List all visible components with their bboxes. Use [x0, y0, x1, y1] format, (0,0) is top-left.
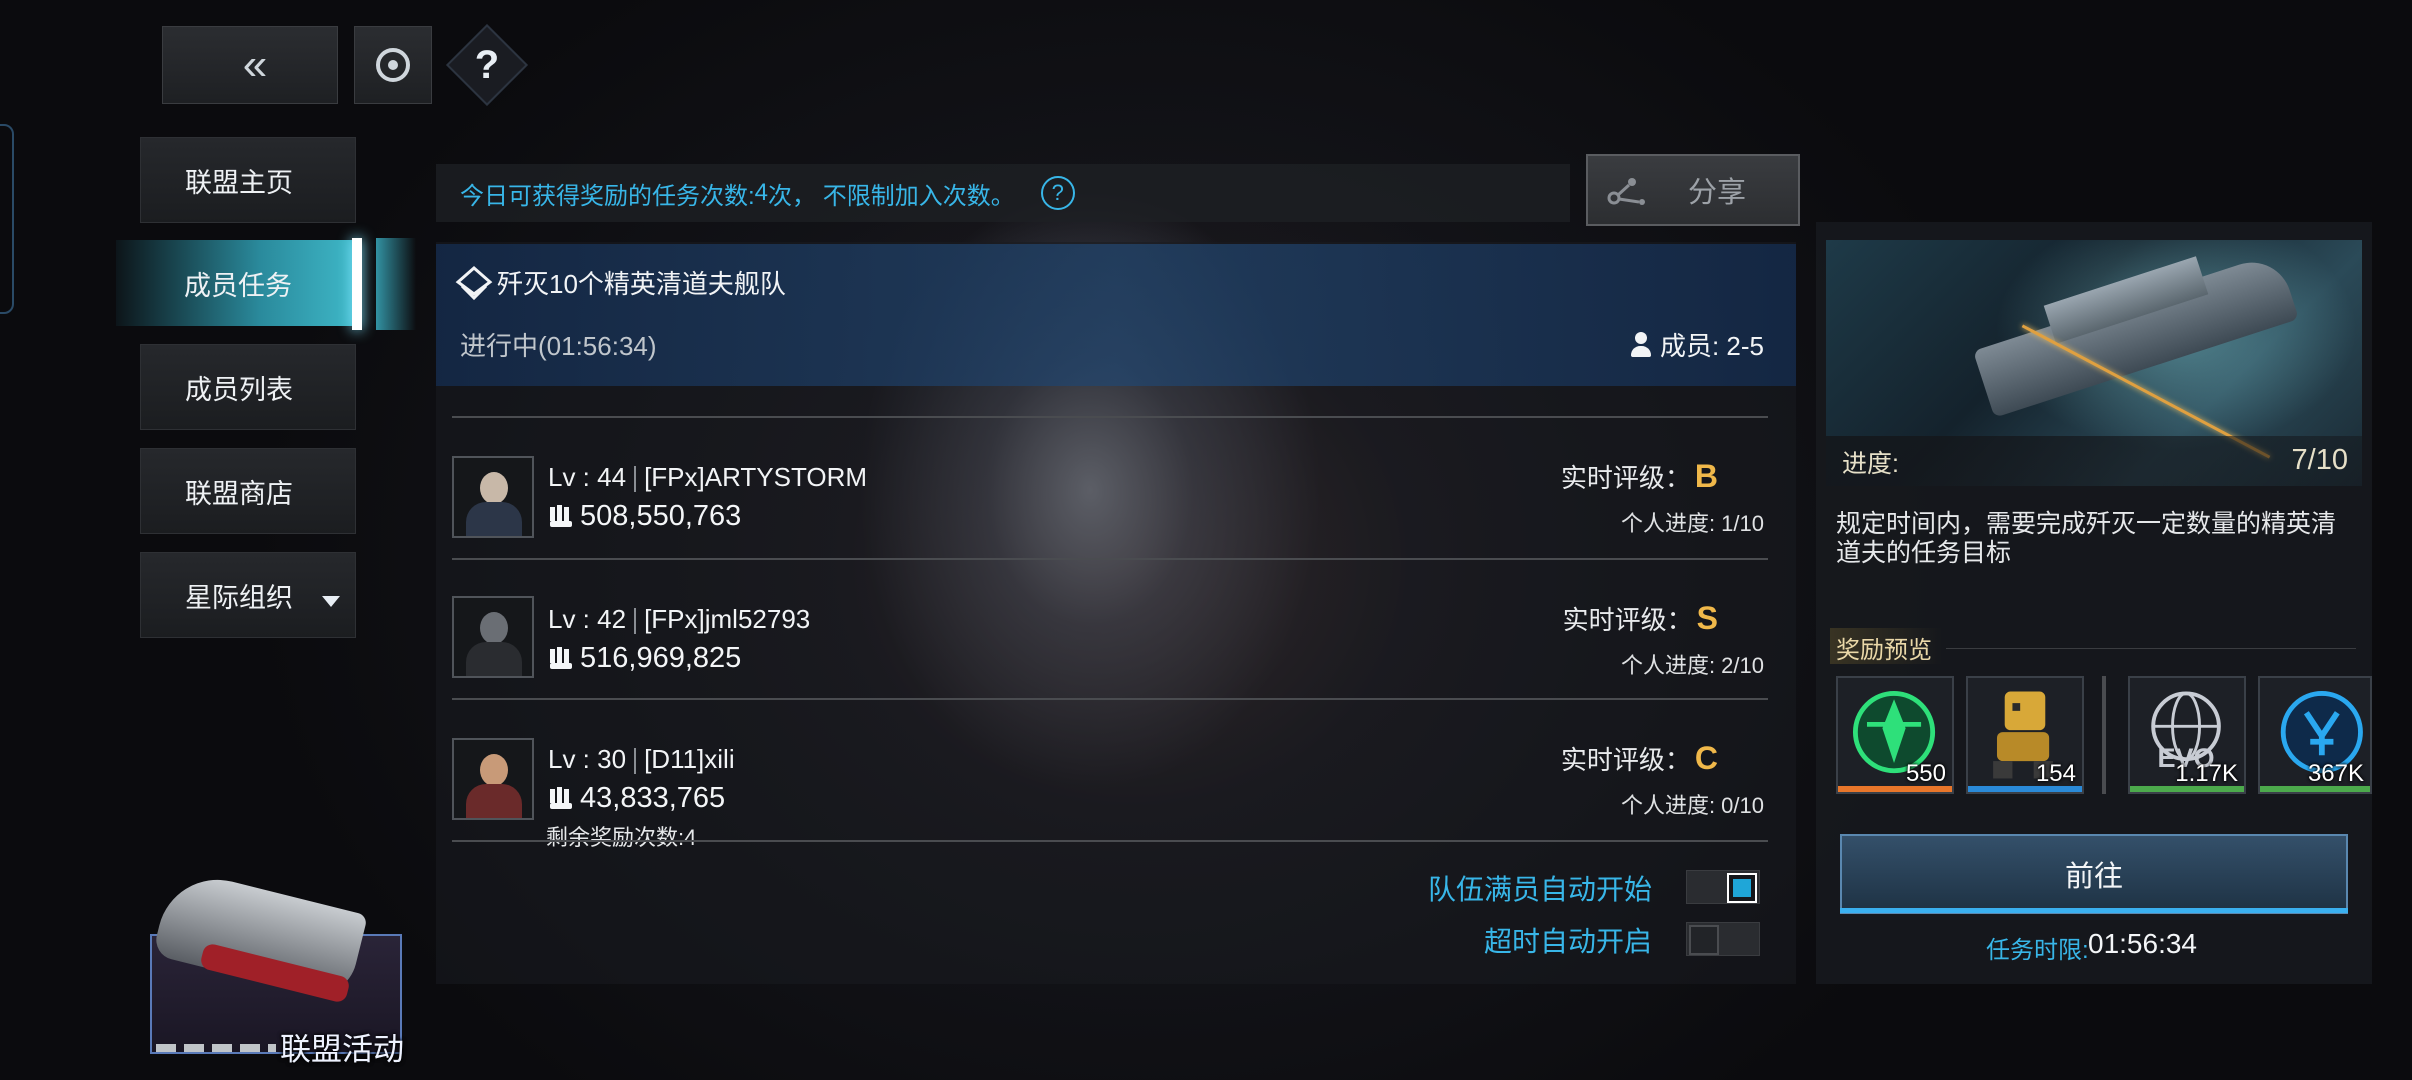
member-power: 508,550,763 [548, 500, 741, 533]
alliance-event-label: 联盟活动 [280, 1032, 404, 1067]
reward-count: 1.17K [2175, 760, 2238, 787]
nav-item-label: 星际组织 [185, 582, 293, 613]
auto-start-timeout-label: 超时自动开启 [1483, 926, 1652, 957]
nav-item-interstellar-org[interactable]: 星际组织 [140, 552, 356, 638]
avatar [452, 456, 534, 538]
reward-item[interactable]: 367K [2258, 676, 2372, 794]
person-icon [1630, 331, 1652, 358]
nav-item-label: 联盟主页 [185, 167, 293, 198]
nav-active-glow [376, 238, 416, 330]
nav-item-label: 成员任务 [184, 270, 292, 301]
rating-label: 实时评级： [1560, 745, 1691, 775]
share-label: 分享 [1687, 177, 1746, 209]
camera-icon [376, 48, 410, 82]
rating-grade: C [1694, 740, 1718, 776]
member-power-value: 508,550,763 [580, 500, 742, 532]
member-progress: 个人进度: 1/10 [1620, 511, 1764, 536]
reward-item[interactable]: EVO 1.17K [2128, 676, 2246, 794]
reward-divider [1946, 648, 2356, 649]
reward-count: 367K [2307, 760, 2364, 787]
avatar [452, 596, 534, 678]
member-power: 43,833,765 [548, 782, 725, 815]
member-row[interactable]: Lv : 42 [FPx]jml52793 516,969,825 实时评级： S … [452, 560, 1768, 696]
task-member-count: 成员: 2-5 [1630, 326, 1764, 363]
power-fist-icon [550, 646, 572, 669]
share-button[interactable]: 分享 [1586, 154, 1800, 226]
task-count-info: 今日可获得奖励的任务次数: 4 次， 不限制加入次数。 ? [436, 164, 1570, 222]
timer-value: 01:56:34 [2088, 928, 2197, 959]
member-power: 516,969,825 [548, 642, 741, 675]
member-row[interactable]: Lv : 44 [FPx]ARTYSTORM 508,550,763 实时评级： B… [452, 418, 1768, 554]
member-rating: 实时评级： S [1563, 600, 1718, 637]
nav-active-indicator [352, 238, 362, 330]
nav-item-member-tasks[interactable]: 成员任务 [116, 240, 356, 326]
member-level: Lv : 44 [548, 462, 627, 492]
reward-count: 550 [1905, 760, 1946, 787]
rating-grade: S [1696, 600, 1718, 636]
task-status: 进行中(01:56:34) [460, 331, 657, 361]
member-level: Lv : 42 [548, 604, 627, 634]
rating-label: 实时评级： [1560, 463, 1691, 493]
member-level-name: Lv : 44 [FPx]ARTYSTORM [548, 462, 867, 493]
member-name: [FPx]ARTYSTORM [644, 462, 868, 492]
avatar [452, 738, 534, 820]
power-fist-icon [550, 504, 572, 527]
rating-grade: B [1694, 458, 1718, 494]
info-prefix: 今日可获得奖励的任务次数: [460, 182, 755, 210]
timer-label: 任务时限: [1986, 937, 2089, 964]
progress-value: 7/10 [2291, 444, 2348, 476]
camera-button[interactable] [354, 26, 432, 104]
nav-item-alliance-home[interactable]: 联盟主页 [140, 137, 356, 223]
member-row[interactable]: Lv : 30 [D11]xili 43,833,765 实时评级： C 个人进度:… [452, 700, 1768, 850]
member-level-name: Lv : 42 [FPx]jml52793 [548, 604, 810, 635]
chevron-down-icon [322, 596, 340, 607]
help-icon[interactable]: ? [458, 36, 516, 94]
member-rating: 实时评级： C [1561, 740, 1718, 777]
row-divider [452, 840, 1768, 842]
member-level: Lv : 30 [548, 744, 627, 774]
member-rating: 实时评级： B [1561, 458, 1718, 495]
member-level-name: Lv : 30 [D11]xili [548, 744, 735, 775]
task-title: 歼灭10个精英清道夫舰队 [497, 269, 786, 299]
member-power-value: 43,833,765 [580, 782, 726, 814]
member-progress: 个人进度: 0/10 [1620, 793, 1764, 818]
rating-label: 实时评级： [1562, 605, 1693, 635]
nav-item-label: 联盟商店 [185, 478, 293, 509]
task-progress-bar [1826, 436, 2362, 486]
go-button[interactable]: 前往 [1840, 834, 2348, 914]
power-fist-icon [550, 786, 572, 809]
auto-start-full-toggle[interactable] [1686, 870, 1760, 904]
member-name: [D11]xili [644, 744, 735, 774]
member-name: [FPx]jml52793 [644, 604, 811, 634]
chevron-rank-icon [455, 266, 493, 301]
nav-item-member-list[interactable]: 成员列表 [140, 344, 356, 430]
info-suffix: 次， 不限制加入次数。 [768, 182, 1015, 210]
member-progress: 个人进度: 2/10 [1620, 653, 1764, 678]
nav-item-label: 成员列表 [185, 374, 293, 405]
auto-start-full-label: 队伍满员自动开始 [1427, 874, 1652, 905]
go-button-underline [1840, 908, 2348, 913]
member-range: 成员: 2-5 [1659, 331, 1764, 361]
nav-item-alliance-shop[interactable]: 联盟商店 [140, 448, 356, 534]
reward-item[interactable]: 154 [1966, 676, 2084, 794]
back-button[interactable]: « [162, 26, 338, 104]
reward-separator [2102, 676, 2106, 794]
share-icon [1607, 178, 1645, 205]
auto-start-timeout-toggle[interactable] [1686, 922, 1760, 956]
member-power-value: 516,969,825 [580, 642, 742, 674]
event-dashes [156, 1044, 276, 1052]
reward-item[interactable]: 550 [1836, 676, 1954, 794]
reward-preview-title: 奖励预览 [1836, 637, 1932, 664]
progress-label: 进度: [1842, 450, 1899, 478]
reward-count: 154 [2035, 760, 2076, 787]
info-count: 4 [754, 179, 769, 206]
remaining-rewards: 剩余奖励次数:4 [546, 825, 697, 850]
left-edge-tab[interactable] [0, 124, 14, 314]
info-help-icon[interactable]: ? [1040, 176, 1075, 210]
task-description: 规定时间内，需要完成歼灭一定数量的精英清道夫的任务目标 [1836, 510, 2337, 567]
